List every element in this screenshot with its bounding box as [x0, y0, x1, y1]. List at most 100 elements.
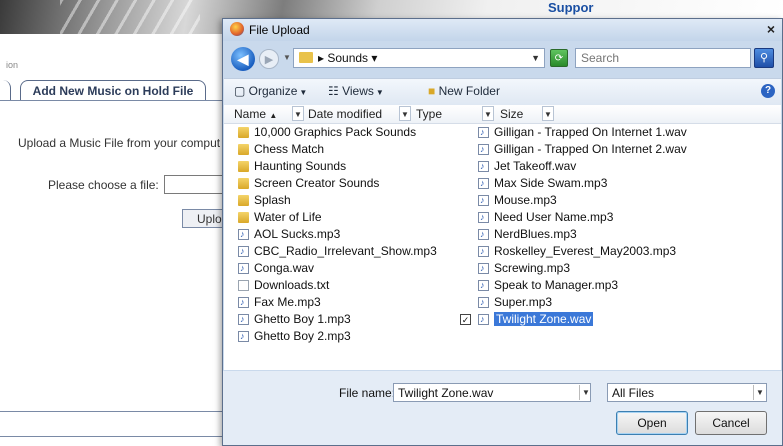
file-item[interactable]: Ghetto Boy 2.mp3 [234, 328, 437, 345]
audio-file-icon [478, 124, 489, 141]
audio-file-icon [478, 294, 489, 311]
file-name: Conga.wav [254, 261, 315, 275]
file-item[interactable]: Fax Me.mp3 [234, 294, 437, 311]
file-item[interactable]: Ghetto Boy 1.mp3 [234, 311, 437, 328]
audio-file-icon [238, 328, 249, 345]
file-item[interactable]: ✓ Twilight Zone.wav [460, 311, 687, 328]
recent-pages-dropdown-icon[interactable]: ▼ [283, 53, 291, 62]
address-dropdown-icon[interactable]: ▼ [531, 53, 540, 63]
column-header-size[interactable]: Size [500, 107, 523, 121]
forward-button[interactable]: ▶ [259, 49, 279, 69]
file-path-input[interactable] [164, 175, 228, 194]
audio-file-icon [238, 311, 249, 328]
audio-file-icon [478, 175, 489, 192]
file-item[interactable]: Haunting Sounds [234, 158, 437, 175]
new-folder-button[interactable]: ■ New Folder [428, 84, 500, 98]
folder-icon [238, 212, 249, 223]
file-name: Roskelley_Everest_May2003.mp3 [494, 244, 677, 258]
file-item[interactable]: Super.mp3 [474, 294, 687, 311]
help-icon[interactable]: ? [761, 84, 775, 98]
file-name: Downloads.txt [254, 278, 330, 292]
address-path[interactable]: ▸ Sounds ▾ [318, 51, 377, 65]
file-type-dropdown-icon[interactable]: ▼ [753, 385, 766, 400]
audio-file-icon [478, 277, 489, 294]
views-menu[interactable]: ☷ Views ▼ [328, 84, 384, 98]
file-name-dropdown-icon[interactable]: ▼ [579, 385, 592, 400]
file-item[interactable]: NerdBlues.mp3 [474, 226, 687, 243]
file-name-input[interactable]: Twilight Zone.wav [393, 383, 591, 402]
new-folder-icon: ■ [428, 84, 439, 98]
size-filter-dropdown-icon[interactable]: ▼ [542, 106, 554, 121]
file-item[interactable]: Gilligan - Trapped On Internet 1.wav [474, 124, 687, 141]
file-item[interactable]: AOL Sucks.mp3 [234, 226, 437, 243]
file-item[interactable]: Speak to Manager.mp3 [474, 277, 687, 294]
file-upload-dialog: File Upload × ◀ ▶ ▼ ▸ Sounds ▾ ▼ ⟳ ⚲ ▢ O… [222, 18, 783, 446]
search-icon[interactable]: ⚲ [754, 48, 774, 68]
upload-instructions: Upload a Music File from your comput [18, 136, 221, 150]
file-item[interactable]: Screwing.mp3 [474, 260, 687, 277]
file-item[interactable]: Chess Match [234, 141, 437, 158]
file-name: Gilligan - Trapped On Internet 1.wav [494, 125, 687, 139]
file-column-right: Gilligan - Trapped On Internet 1.wav Gill… [460, 124, 687, 328]
refresh-button[interactable]: ⟳ [550, 49, 568, 67]
file-item[interactable]: Downloads.txt [234, 277, 437, 294]
cancel-button[interactable]: Cancel [695, 411, 767, 435]
file-item[interactable]: CBC_Radio_Irrelevant_Show.mp3 [234, 243, 437, 260]
column-header-type[interactable]: Type [416, 107, 442, 121]
audio-file-icon [478, 192, 489, 209]
audio-file-icon [238, 260, 249, 277]
close-button[interactable]: × [764, 22, 778, 36]
name-filter-dropdown-icon[interactable]: ▼ [292, 106, 304, 121]
divider [0, 411, 222, 412]
file-item[interactable]: Need User Name.mp3 [474, 209, 687, 226]
tab-add-new-music[interactable]: Add New Music on Hold File [20, 80, 206, 101]
folder-icon [238, 144, 249, 155]
open-button[interactable]: Open [616, 411, 688, 435]
file-item[interactable]: Splash [234, 192, 437, 209]
file-item[interactable]: Jet Takeoff.wav [474, 158, 687, 175]
dialog-title: File Upload [249, 23, 310, 37]
file-name: Ghetto Boy 2.mp3 [254, 329, 351, 343]
upload-button[interactable]: Uplo [182, 209, 226, 228]
file-item[interactable]: Max Side Swam.mp3 [474, 175, 687, 192]
file-item[interactable]: Conga.wav [234, 260, 437, 277]
file-name: Max Side Swam.mp3 [494, 176, 608, 190]
file-name: Water of Life [254, 210, 322, 224]
file-item[interactable]: 10,000 Graphics Pack Sounds [234, 124, 437, 141]
back-button[interactable]: ◀ [231, 47, 255, 71]
audio-file-icon [478, 260, 489, 277]
firefox-icon [230, 22, 244, 36]
folder-icon [238, 127, 249, 138]
column-header-name[interactable]: Name ▲ [234, 107, 277, 121]
audio-file-icon [238, 294, 249, 311]
file-name: Chess Match [254, 142, 325, 156]
type-filter-dropdown-icon[interactable]: ▼ [482, 106, 494, 121]
audio-file-icon [478, 311, 489, 328]
date-filter-dropdown-icon[interactable]: ▼ [399, 106, 411, 121]
divider [0, 436, 222, 437]
file-item[interactable]: Roskelley_Everest_May2003.mp3 [474, 243, 687, 260]
file-name: Fax Me.mp3 [254, 295, 321, 309]
file-item[interactable]: Water of Life [234, 209, 437, 226]
selection-checkbox[interactable]: ✓ [460, 314, 471, 325]
file-name: NerdBlues.mp3 [494, 227, 577, 241]
search-input[interactable] [575, 48, 751, 68]
views-icon: ☷ [328, 84, 343, 98]
file-item[interactable]: Mouse.mp3 [474, 192, 687, 209]
dialog-footer: File name: Twilight Zone.wav ▼ All Files… [223, 371, 782, 445]
file-name: Ghetto Boy 1.mp3 [254, 312, 351, 326]
organize-icon: ▢ [234, 84, 249, 98]
audio-file-icon [478, 226, 489, 243]
dialog-titlebar[interactable]: File Upload × [223, 19, 782, 41]
folder-icon [238, 178, 249, 189]
file-name: Jet Takeoff.wav [494, 159, 577, 173]
folder-icon [238, 161, 249, 172]
organize-menu[interactable]: ▢ Organize ▼ [234, 84, 307, 98]
address-bar[interactable]: ▸ Sounds ▾ ▼ [293, 48, 545, 68]
file-item[interactable]: Gilligan - Trapped On Internet 2.wav [474, 141, 687, 158]
file-item[interactable]: Screen Creator Sounds [234, 175, 437, 192]
file-type-select[interactable]: All Files [607, 383, 767, 402]
file-name: Screen Creator Sounds [254, 176, 380, 190]
column-header-date[interactable]: Date modified [308, 107, 382, 121]
file-name: Super.mp3 [494, 295, 553, 309]
